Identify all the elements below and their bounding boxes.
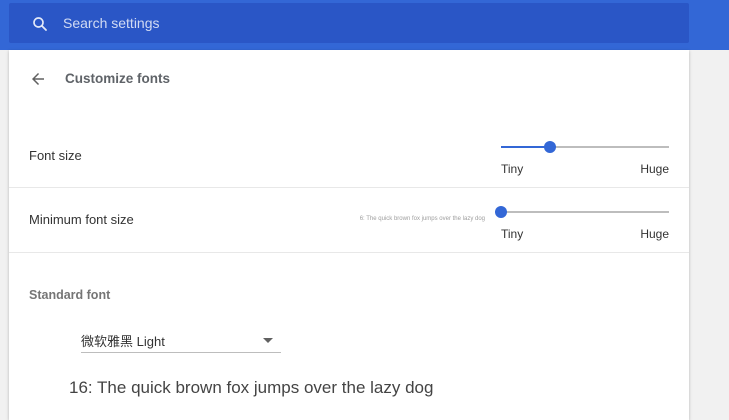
- top-bar: [0, 0, 729, 50]
- slider-max-label: Huge: [640, 227, 669, 241]
- slider-max-label: Huge: [640, 162, 669, 176]
- settings-card: Customize fonts Font size Tiny Huge Mini…: [9, 50, 689, 420]
- search-icon: [33, 17, 47, 31]
- standard-font-preview: 16: The quick brown fox jumps over the l…: [69, 378, 434, 397]
- slider-fill: [501, 146, 550, 148]
- search-box[interactable]: [9, 3, 689, 43]
- font-size-slider[interactable]: Tiny Huge: [501, 137, 669, 177]
- slider-track: [501, 211, 669, 213]
- slider-min-label: Tiny: [501, 227, 524, 241]
- page-title: Customize fonts: [65, 71, 171, 86]
- font-size-label: Font size: [29, 148, 82, 163]
- standard-font-heading: Standard font: [29, 288, 111, 302]
- standard-font-select[interactable]: 微软雅黑 Light: [81, 327, 281, 353]
- dropdown-arrow-icon: [263, 338, 273, 343]
- page-header: Customize fonts: [9, 50, 689, 110]
- minimum-font-size-row: Minimum font size 6: The quick brown fox…: [9, 188, 689, 253]
- standard-font-selected-value: 微软雅黑 Light: [81, 334, 165, 349]
- slider-knob[interactable]: [495, 206, 507, 218]
- font-size-row: Font size Tiny Huge: [9, 122, 689, 188]
- slider-min-label: Tiny: [501, 162, 524, 176]
- minimum-font-size-slider[interactable]: Tiny Huge: [495, 202, 669, 242]
- search-input[interactable]: [63, 3, 663, 43]
- back-arrow-icon[interactable]: [29, 70, 47, 88]
- slider-knob[interactable]: [543, 141, 556, 153]
- minimum-font-preview: 6: The quick brown fox jumps over the la…: [359, 216, 485, 222]
- minimum-font-size-label: Minimum font size: [29, 212, 134, 227]
